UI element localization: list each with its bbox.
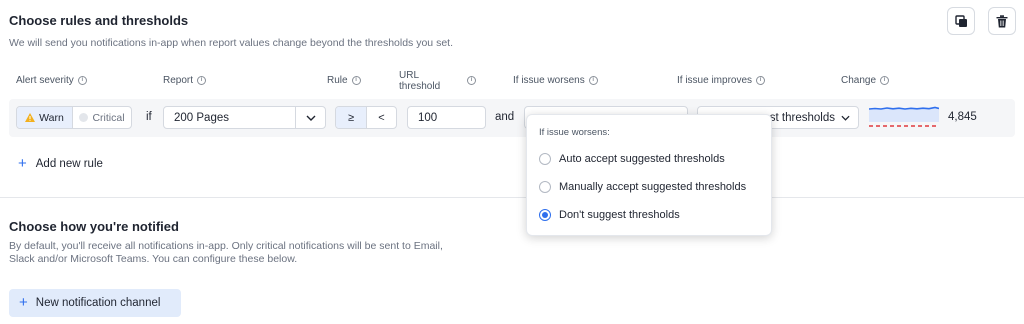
report-select-value: 200 Pages: [174, 111, 229, 124]
if-improves-select-value: st thresholds: [769, 111, 835, 124]
info-icon[interactable]: i: [467, 76, 476, 85]
report-select[interactable]: 200 Pages: [163, 106, 326, 129]
dropdown-heading: If issue worsens:: [539, 127, 610, 138]
sparkline-line: [869, 106, 939, 110]
rules-section-title: Choose rules and thresholds: [9, 13, 189, 28]
col-url-threshold-label: URL threshold: [399, 70, 440, 92]
report-select-caret[interactable]: [295, 107, 325, 128]
col-alert-severity-label: Alert severity: [16, 75, 74, 86]
copy-icon: [954, 14, 967, 27]
col-change-label: Change: [841, 75, 877, 86]
col-if-worsens: If issue worsens i: [513, 75, 598, 86]
rules-section-description: We will send you notifications in-app wh…: [9, 37, 453, 49]
radio-selected-icon: [539, 209, 551, 221]
severity-toggle: Warn Critical: [16, 106, 132, 129]
info-icon[interactable]: i: [880, 76, 890, 85]
change-sparkline: [869, 106, 939, 127]
change-value: 4,845: [948, 111, 977, 123]
new-notification-channel-label: New notification channel: [35, 297, 161, 309]
warning-icon: [25, 113, 36, 122]
col-url-threshold-line1: URL: [399, 70, 420, 81]
new-notification-channel-button[interactable]: + New notification channel: [9, 289, 181, 317]
copy-button[interactable]: [947, 7, 975, 35]
col-url-threshold: URL threshold: [399, 70, 440, 92]
dropdown-option-dont-suggest[interactable]: Don't suggest thresholds: [539, 209, 680, 221]
severity-critical-label: Critical: [92, 111, 125, 124]
info-icon[interactable]: i: [197, 76, 207, 85]
info-icon[interactable]: i: [756, 76, 766, 85]
section-divider: [0, 197, 1024, 198]
plus-icon: +: [19, 294, 28, 311]
notify-section-title: Choose how you're notified: [9, 219, 179, 234]
notify-section-description-line2: Slack and/or Microsoft Teams. You can co…: [9, 253, 298, 265]
radio-icon: [539, 181, 551, 193]
col-if-improves-label: If issue improves: [677, 75, 753, 86]
col-alert-severity: Alert severity i: [16, 75, 87, 86]
plus-icon: +: [18, 155, 27, 172]
chevron-down-icon: [306, 115, 315, 121]
if-label: if: [146, 111, 152, 123]
rule-toggle: ≥ <: [335, 106, 397, 129]
radio-icon: [539, 153, 551, 165]
col-change: Change i: [841, 75, 890, 86]
info-icon[interactable]: i: [77, 76, 87, 85]
url-threshold-input[interactable]: 100: [407, 106, 486, 129]
add-rule-button[interactable]: + Add new rule: [18, 155, 103, 172]
trash-icon: [996, 14, 1008, 27]
circle-icon: [79, 113, 89, 122]
dropdown-option-auto-accept[interactable]: Auto accept suggested thresholds: [539, 153, 725, 165]
col-if-worsens-label: If issue worsens: [513, 75, 585, 86]
rule-lt-button[interactable]: <: [367, 107, 396, 128]
dropdown-option-label: Don't suggest thresholds: [559, 209, 680, 221]
if-worsens-dropdown: If issue worsens: Auto accept suggested …: [526, 114, 772, 236]
dropdown-option-manual-accept[interactable]: Manually accept suggested thresholds: [539, 181, 746, 193]
severity-critical-button[interactable]: Critical: [73, 107, 131, 128]
info-icon[interactable]: i: [351, 76, 361, 85]
col-rule: Rule i: [327, 75, 361, 86]
col-report: Report i: [163, 75, 207, 86]
col-rule-label: Rule: [327, 75, 348, 86]
col-if-improves: If issue improves i: [677, 75, 766, 86]
dropdown-option-label: Manually accept suggested thresholds: [559, 181, 747, 193]
col-report-label: Report: [163, 75, 194, 86]
and-label: and: [495, 111, 515, 123]
add-rule-label: Add new rule: [35, 158, 103, 170]
rule-gte-button[interactable]: ≥: [336, 107, 367, 128]
dropdown-option-label: Auto accept suggested thresholds: [559, 153, 725, 165]
severity-warn-label: Warn: [39, 111, 64, 124]
notify-section-description-line1: By default, you'll receive all notificat…: [9, 240, 443, 252]
severity-warn-button[interactable]: Warn: [17, 107, 73, 128]
info-icon[interactable]: i: [588, 76, 598, 85]
chevron-down-icon: [841, 115, 850, 121]
col-url-threshold-line2: threshold: [399, 81, 441, 92]
delete-button[interactable]: [988, 7, 1016, 35]
